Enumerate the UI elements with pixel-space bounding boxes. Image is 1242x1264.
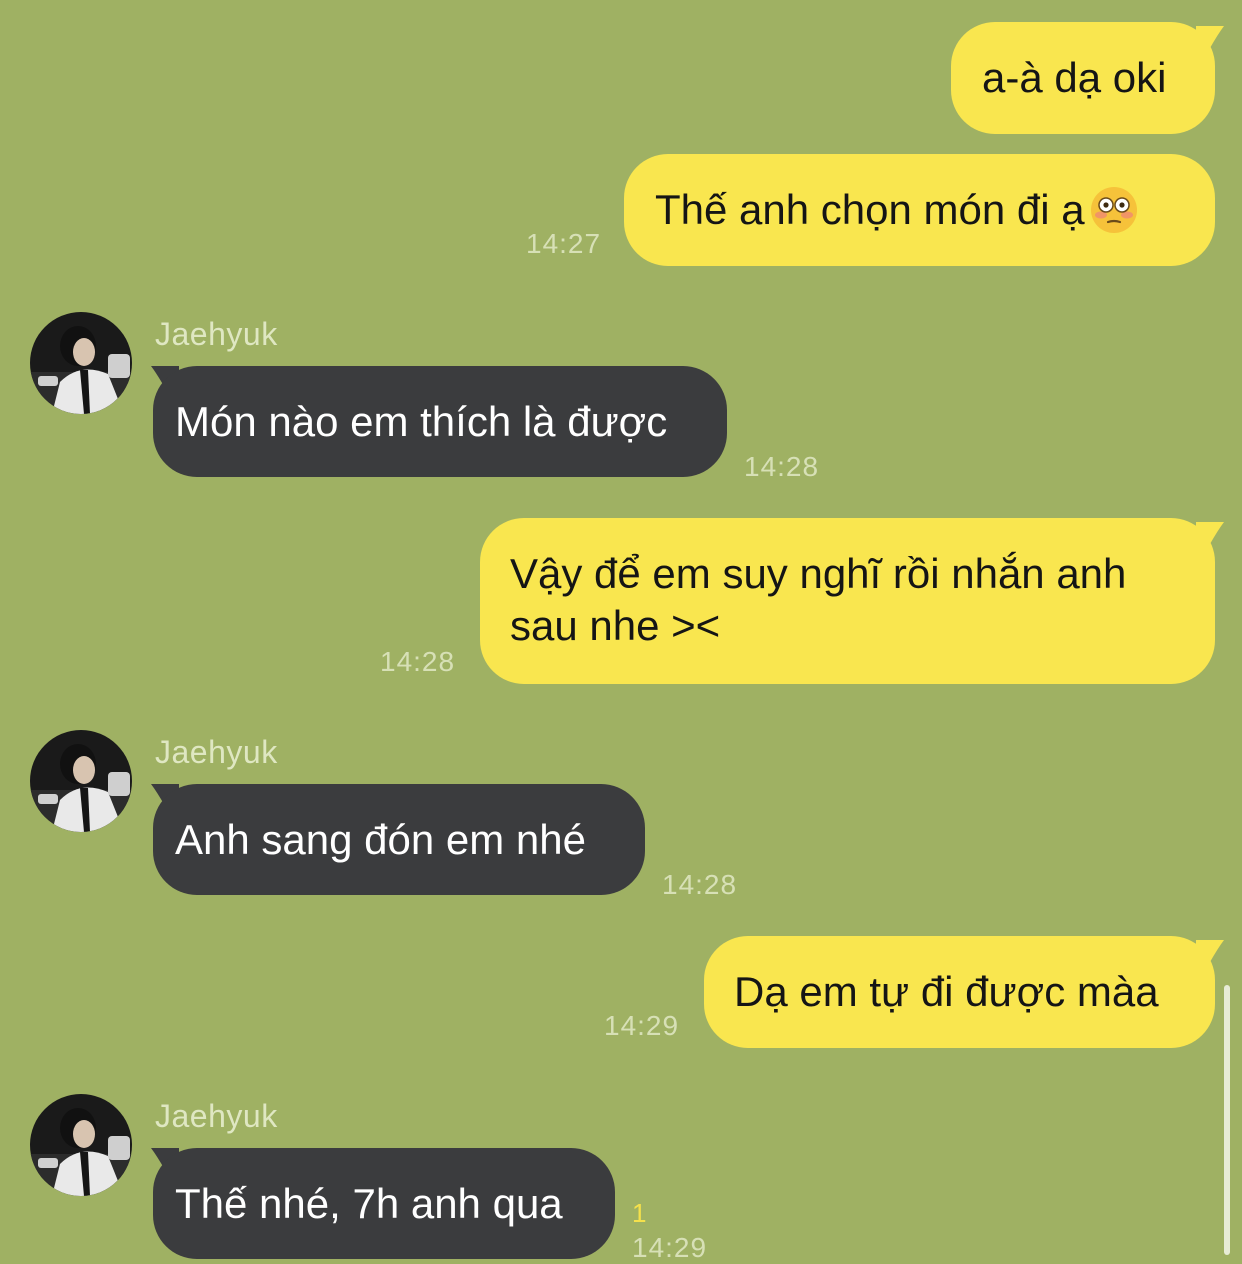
sender-avatar[interactable] [30, 730, 132, 832]
chat-message-list[interactable]: a-à dạ oki Thế anh chọn món đi ạ 14:27 J… [0, 0, 1242, 1263]
message-timestamp: 14:29 [604, 1010, 680, 1041]
avatar-photo-icon [30, 730, 132, 832]
message-timestamp: 14:28 [662, 869, 738, 900]
message-timestamp: 14:28 [380, 646, 456, 677]
bubble-tail-icon [1196, 522, 1224, 544]
message-bubble-outgoing[interactable]: a-à dạ oki [951, 22, 1215, 134]
sender-name: Jaehyuk [155, 734, 278, 770]
message-text-line: Vậy để em suy nghĩ rồi nhắn anh [510, 550, 1127, 597]
bubble-tail-icon [1196, 26, 1224, 48]
message-bubble-outgoing[interactable]: Vậy để em suy nghĩ rồi nhắn anh sau nhe … [480, 518, 1215, 684]
avatar-photo-icon [30, 1094, 132, 1196]
sender-avatar[interactable] [30, 1094, 132, 1196]
message-text: Thế nhé, 7h anh qua [175, 1180, 563, 1227]
message-timestamp: 14:27 [526, 228, 602, 259]
message-text: a-à dạ oki [982, 54, 1167, 101]
message-timestamp: 14:29 [632, 1232, 708, 1263]
message-text: Thế anh chọn món đi ạ [655, 186, 1085, 233]
message-text: Món nào em thích là được [175, 398, 668, 445]
message-bubble-incoming[interactable]: Anh sang đón em nhé [153, 784, 645, 895]
unread-count: 1 [632, 1198, 647, 1228]
message-bubble-incoming[interactable]: Thế nhé, 7h anh qua [153, 1148, 615, 1259]
message-text: Dạ em tự đi được màa [734, 968, 1159, 1015]
message-timestamp: 14:28 [744, 451, 820, 482]
message-bubble-outgoing[interactable]: Dạ em tự đi được màa [704, 936, 1215, 1048]
message-text: Anh sang đón em nhé [175, 816, 586, 863]
avatar-photo-icon [30, 312, 132, 414]
bubble-tail-icon [1196, 940, 1224, 962]
message-bubble-outgoing[interactable]: Thế anh chọn món đi ạ [624, 154, 1215, 266]
message-bubble-incoming[interactable]: Món nào em thích là được [153, 366, 727, 477]
scrollbar-thumb[interactable] [1224, 985, 1230, 1255]
sender-avatar[interactable] [30, 312, 132, 414]
sender-name: Jaehyuk [155, 1098, 278, 1134]
message-text-line: sau nhe >< [510, 602, 721, 649]
sender-name: Jaehyuk [155, 316, 278, 352]
flushed-face-emoji-icon [1090, 186, 1137, 233]
